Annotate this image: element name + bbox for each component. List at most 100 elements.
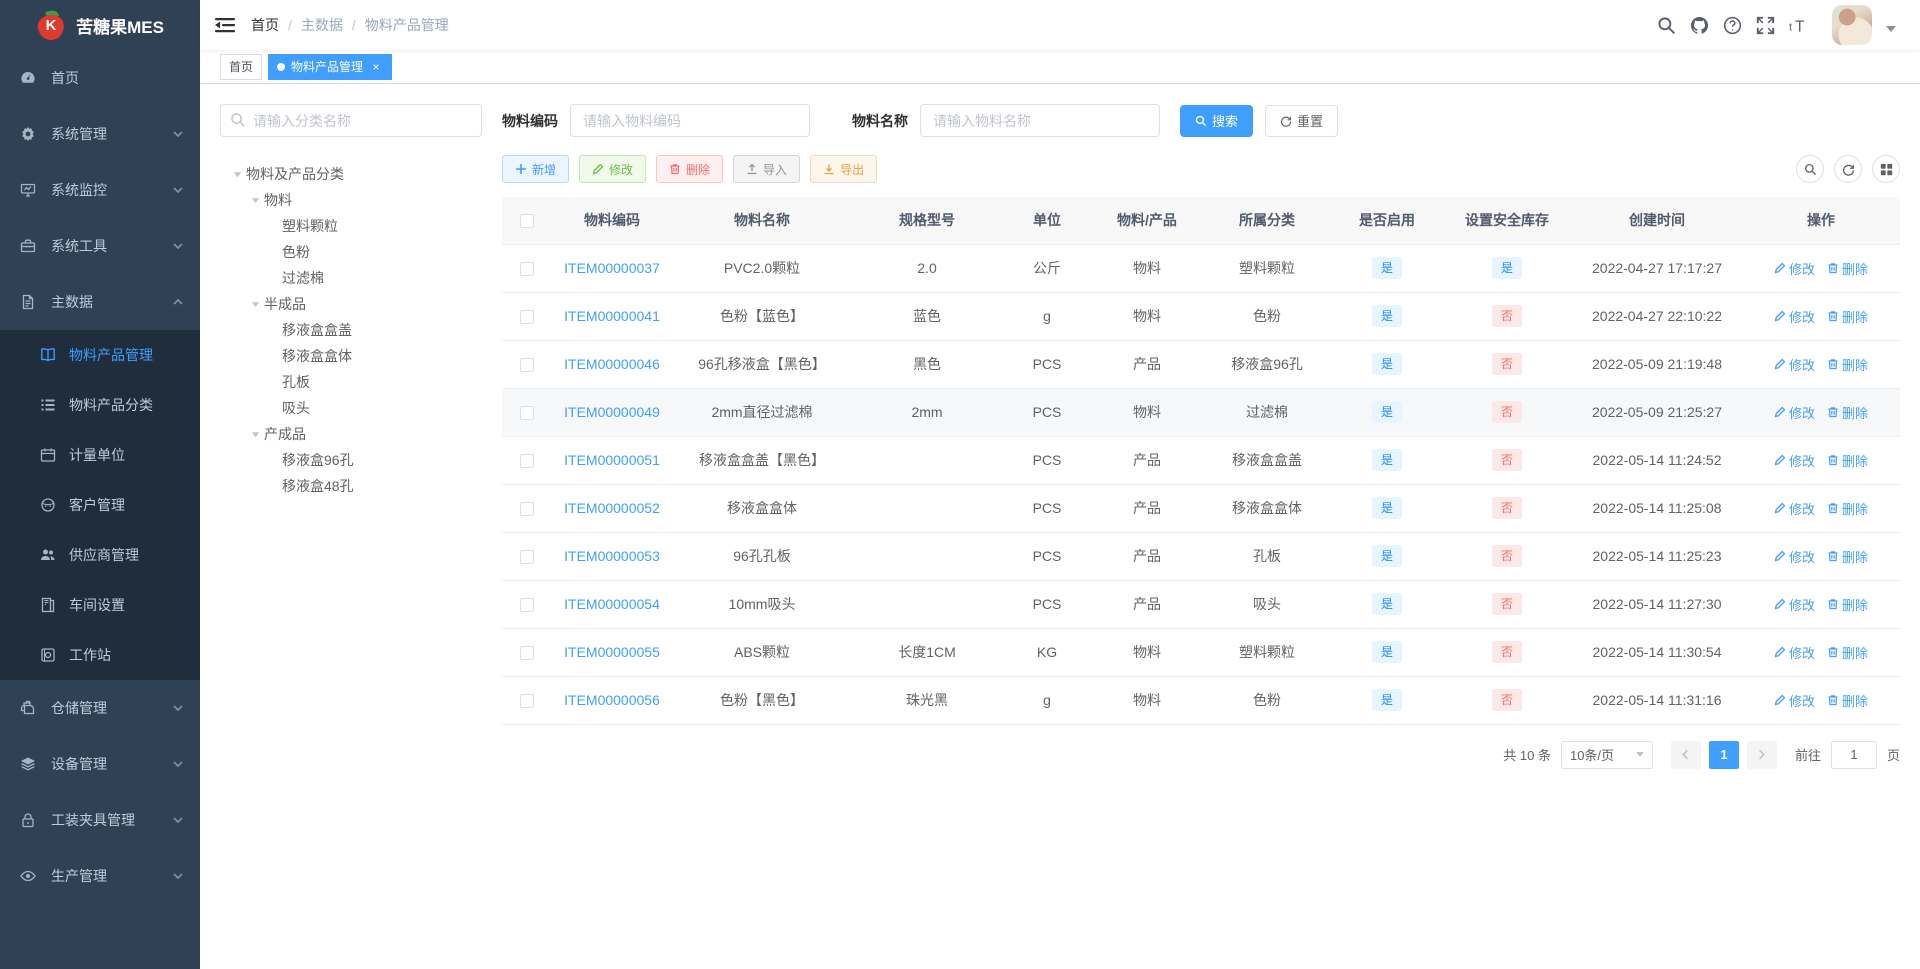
tree-expand-caret-icon[interactable] — [246, 430, 264, 439]
tree-node-material-and-product-category[interactable]: 物料及产品分类 — [220, 161, 482, 187]
sidebar-item-customer-management[interactable]: 客户管理 — [0, 480, 200, 530]
toggle-search-icon[interactable] — [1796, 155, 1824, 183]
item-code-link[interactable]: ITEM00000037 — [564, 260, 660, 276]
tree-node-pipette-box-96[interactable]: 移液盒96孔 — [220, 447, 482, 473]
tree-node-plastic-pellet[interactable]: 塑料颗粒 — [220, 213, 482, 239]
help-icon[interactable] — [1723, 16, 1742, 35]
sidebar-item-measurement-unit[interactable]: 计量单位 — [0, 430, 200, 480]
tag-material-product-management[interactable]: 物料产品管理 × — [268, 53, 393, 80]
tree-node-semi-finished[interactable]: 半成品 — [220, 291, 482, 317]
tree-expand-caret-icon[interactable] — [228, 170, 246, 179]
item-code-link[interactable]: ITEM00000056 — [564, 692, 660, 708]
tree-expand-caret-icon[interactable] — [246, 300, 264, 309]
row-delete-link[interactable]: 删除 — [1827, 259, 1868, 278]
delete-button[interactable]: 删除 — [656, 155, 724, 183]
page-size-select[interactable]: 10条/页 — [1560, 740, 1653, 769]
add-button[interactable]: 新增 — [502, 155, 570, 183]
row-delete-link[interactable]: 删除 — [1827, 307, 1868, 326]
row-delete-link[interactable]: 删除 — [1827, 691, 1868, 710]
sidebar-item-material-product-category[interactable]: 物料产品分类 — [0, 380, 200, 430]
tree-node-finished-product[interactable]: 产成品 — [220, 421, 482, 447]
row-delete-link[interactable]: 删除 — [1827, 595, 1868, 614]
row-checkbox[interactable] — [520, 262, 534, 277]
sidebar-item-workstation[interactable]: 工作站 — [0, 630, 200, 680]
item-code-link[interactable]: ITEM00000055 — [564, 644, 660, 660]
refresh-icon[interactable] — [1834, 155, 1862, 183]
row-delete-link[interactable]: 删除 — [1827, 547, 1868, 566]
tree-node-filter-cotton[interactable]: 过滤棉 — [220, 265, 482, 291]
tag-home[interactable]: 首页 — [220, 53, 263, 80]
name-filter-input[interactable] — [920, 104, 1160, 137]
tree-node-well-plate[interactable]: 孔板 — [220, 369, 482, 395]
page-1-button[interactable]: 1 — [1708, 740, 1739, 769]
row-checkbox[interactable] — [520, 358, 534, 373]
breadcrumb-master-data[interactable]: 主数据 — [301, 15, 343, 35]
sidebar-item-material-product-management[interactable]: 物料产品管理 — [0, 330, 200, 380]
sidebar-item-master-data[interactable]: 主数据 — [0, 274, 200, 330]
row-checkbox[interactable] — [520, 598, 534, 613]
sidebar-item-workshop-settings[interactable]: 车间设置 — [0, 580, 200, 630]
app-logo[interactable]: K 苦糖果MES — [0, 0, 200, 50]
sidebar-item-supplier-management[interactable]: 供应商管理 — [0, 530, 200, 580]
sidebar-item-home[interactable]: 首页 — [0, 50, 200, 106]
font-size-icon[interactable]: tT — [1789, 16, 1808, 35]
row-edit-link[interactable]: 修改 — [1774, 643, 1815, 662]
row-checkbox[interactable] — [520, 406, 534, 421]
row-checkbox[interactable] — [520, 502, 534, 517]
sidebar-item-system-management[interactable]: 系统管理 — [0, 106, 200, 162]
sidebar-item-fixture-management[interactable]: 工装夹具管理 — [0, 792, 200, 848]
code-filter-input[interactable] — [570, 104, 810, 137]
row-checkbox[interactable] — [520, 646, 534, 661]
goto-page-input[interactable] — [1830, 740, 1877, 769]
tree-node-pipette-box-lid[interactable]: 移液盒盒盖 — [220, 317, 482, 343]
prev-page-button[interactable] — [1670, 740, 1701, 769]
sidebar-item-production-management[interactable]: 生产管理 — [0, 848, 200, 904]
row-edit-link[interactable]: 修改 — [1774, 691, 1815, 710]
user-avatar[interactable] — [1832, 5, 1872, 45]
select-all-checkbox[interactable] — [520, 214, 534, 229]
reset-button[interactable]: 重置 — [1265, 104, 1339, 137]
github-icon[interactable] — [1690, 16, 1709, 35]
row-edit-link[interactable]: 修改 — [1774, 259, 1815, 278]
row-checkbox[interactable] — [520, 694, 534, 709]
row-checkbox[interactable] — [520, 454, 534, 469]
item-code-link[interactable]: ITEM00000049 — [564, 404, 660, 420]
row-delete-link[interactable]: 删除 — [1827, 643, 1868, 662]
row-edit-link[interactable]: 修改 — [1774, 595, 1815, 614]
row-edit-link[interactable]: 修改 — [1774, 499, 1815, 518]
tree-node-pipette-box-48[interactable]: 移液盒48孔 — [220, 473, 482, 499]
tree-node-pipette-box-body[interactable]: 移液盒盒体 — [220, 343, 482, 369]
row-checkbox[interactable] — [520, 550, 534, 565]
fullscreen-icon[interactable] — [1756, 16, 1775, 35]
row-checkbox[interactable] — [520, 310, 534, 325]
category-search-input[interactable] — [220, 104, 482, 137]
tree-node-color-powder[interactable]: 色粉 — [220, 239, 482, 265]
row-edit-link[interactable]: 修改 — [1774, 307, 1815, 326]
item-code-link[interactable]: ITEM00000046 — [564, 356, 660, 372]
row-delete-link[interactable]: 删除 — [1827, 451, 1868, 470]
breadcrumb-home[interactable]: 首页 — [251, 15, 279, 35]
item-code-link[interactable]: ITEM00000051 — [564, 452, 660, 468]
tree-node-pipette-tip[interactable]: 吸头 — [220, 395, 482, 421]
search-button[interactable]: 搜索 — [1180, 104, 1254, 137]
columns-grid-icon[interactable] — [1872, 155, 1900, 183]
import-button[interactable]: 导入 — [733, 155, 801, 183]
item-code-link[interactable]: ITEM00000054 — [564, 596, 660, 612]
export-button[interactable]: 导出 — [810, 155, 878, 183]
row-delete-link[interactable]: 删除 — [1827, 499, 1868, 518]
sidebar-item-system-monitor[interactable]: 系统监控 — [0, 162, 200, 218]
row-delete-link[interactable]: 删除 — [1827, 403, 1868, 422]
row-edit-link[interactable]: 修改 — [1774, 355, 1815, 374]
user-menu-caret-icon[interactable] — [1886, 26, 1896, 32]
tag-close-icon[interactable]: × — [369, 60, 383, 74]
header-search-icon[interactable] — [1657, 16, 1676, 35]
sidebar-toggle-icon[interactable] — [215, 17, 235, 33]
next-page-button[interactable] — [1746, 740, 1777, 769]
item-code-link[interactable]: ITEM00000053 — [564, 548, 660, 564]
sidebar-item-equipment-management[interactable]: 设备管理 — [0, 736, 200, 792]
tree-node-material[interactable]: 物料 — [220, 187, 482, 213]
edit-button[interactable]: 修改 — [579, 155, 647, 183]
row-edit-link[interactable]: 修改 — [1774, 547, 1815, 566]
sidebar-item-system-tools[interactable]: 系统工具 — [0, 218, 200, 274]
tree-expand-caret-icon[interactable] — [246, 196, 264, 205]
